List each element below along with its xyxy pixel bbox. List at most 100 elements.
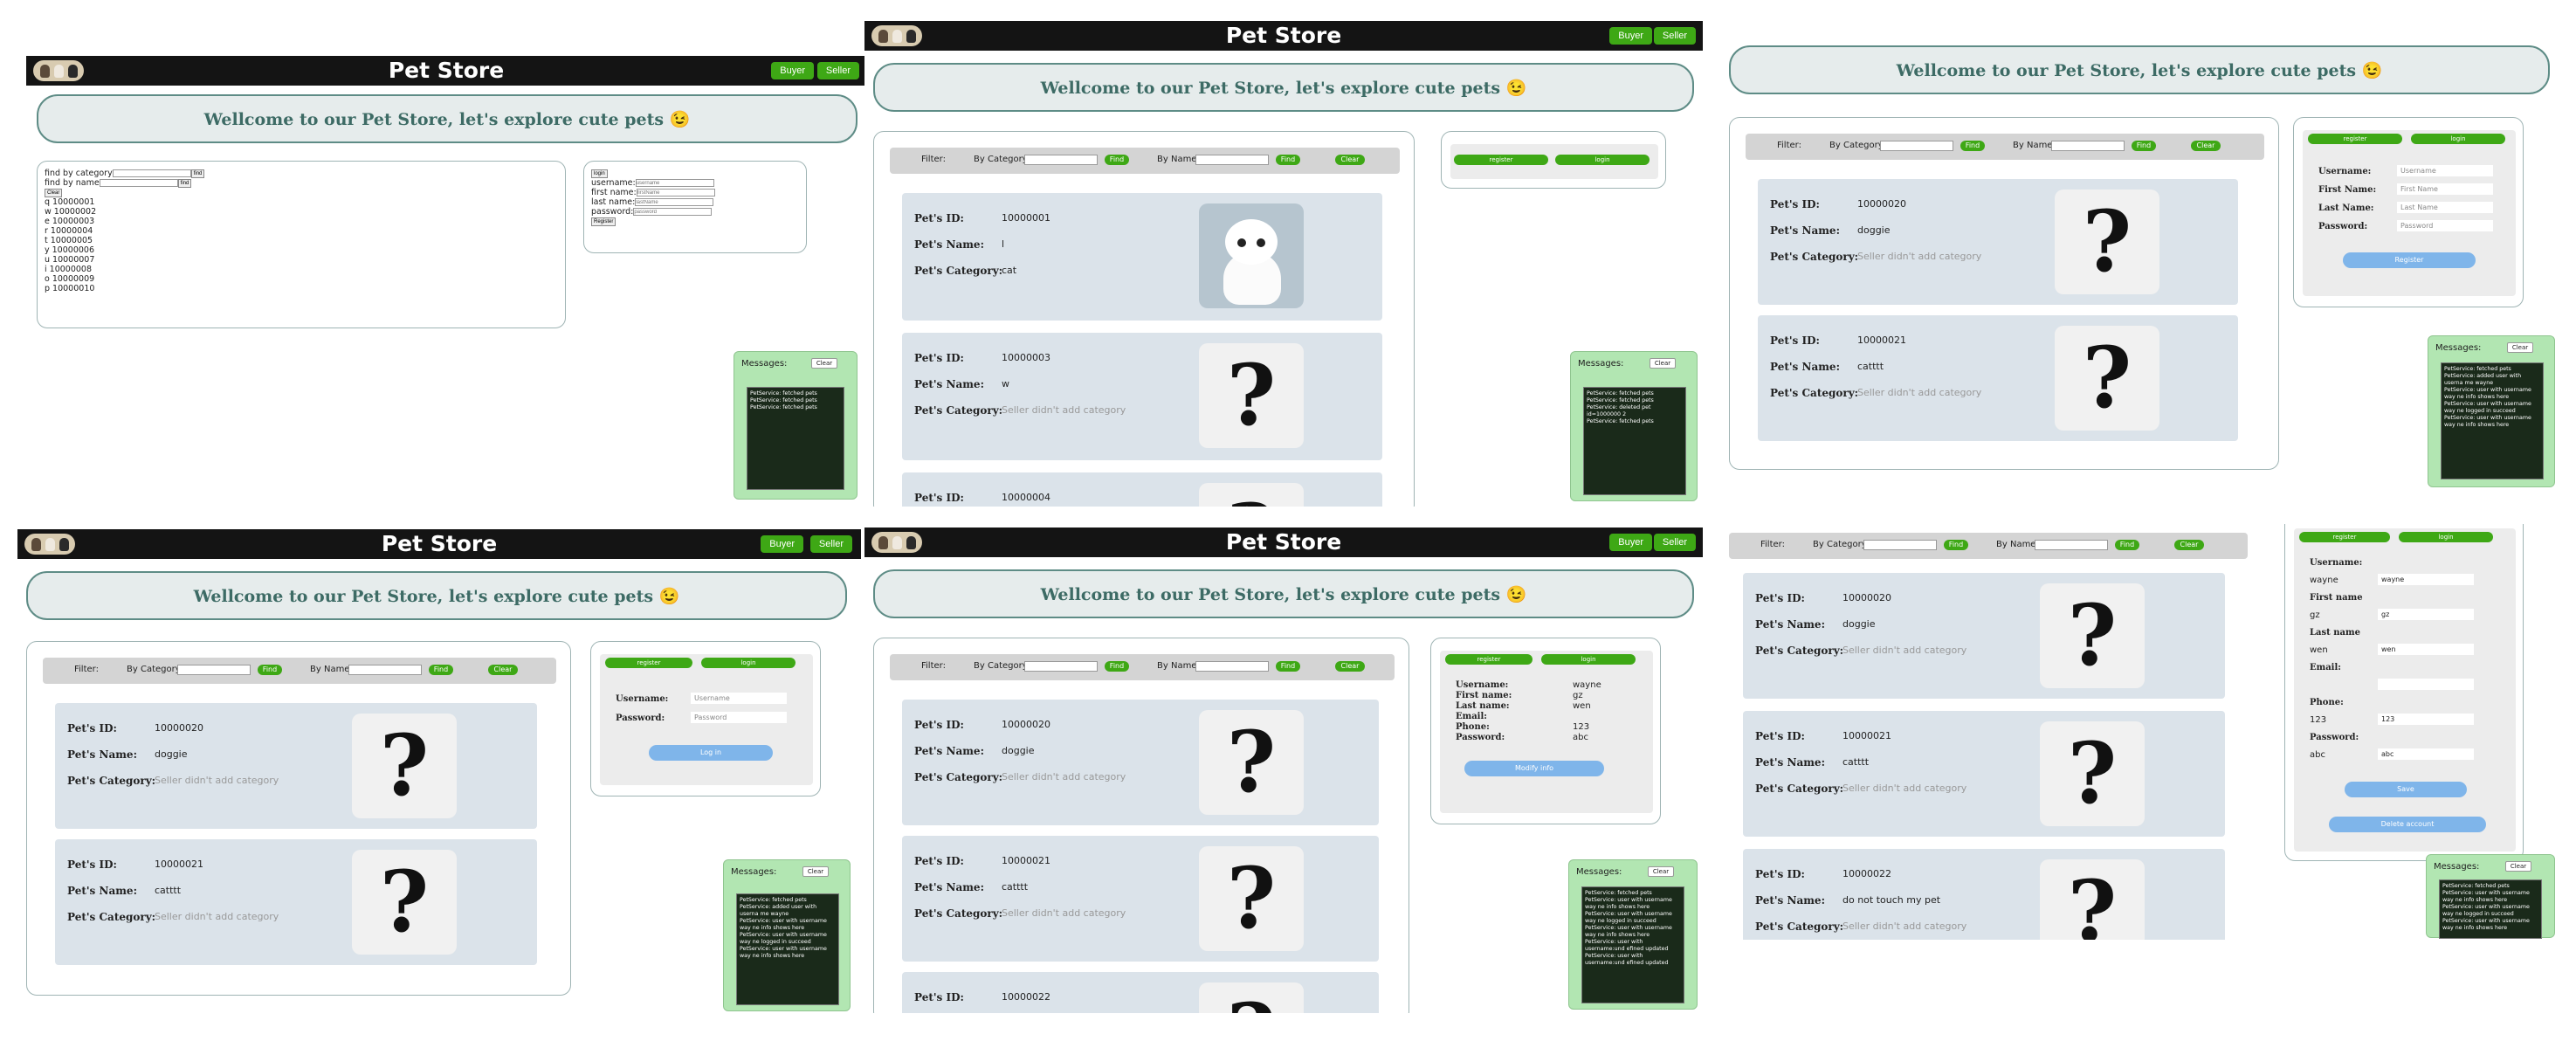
messages-clear-button[interactable]: Clear [1650, 358, 1676, 369]
list-item[interactable]: w 10000002 [45, 207, 558, 217]
pet-card[interactable]: Pet's ID: 10000021 Pet's Name: catttt Pe… [902, 836, 1379, 962]
seller-button[interactable]: Seller [1653, 534, 1696, 551]
password-input[interactable]: Password [2397, 220, 2493, 231]
register-tab[interactable]: register [1445, 654, 1533, 665]
list-item[interactable]: o 10000009 [45, 274, 558, 284]
find-name-button[interactable]: Find [429, 665, 453, 675]
list-item[interactable]: e 10000003 [45, 217, 558, 226]
last-name-input[interactable] [635, 198, 714, 206]
first-name-input[interactable]: First Name [2397, 183, 2493, 195]
messages-clear-button[interactable]: Clear [802, 866, 829, 877]
pet-card[interactable]: Pet's ID: 10000004 ? [902, 472, 1382, 507]
register-tab[interactable]: register [605, 658, 692, 668]
register-tab[interactable]: register [1454, 155, 1548, 165]
first-name-input[interactable] [636, 189, 715, 197]
category-input[interactable] [1863, 540, 1937, 550]
register-button[interactable]: Register [591, 217, 616, 226]
register-tab[interactable]: register [2308, 134, 2402, 144]
name-input[interactable] [2051, 141, 2125, 151]
username-input[interactable]: Username [2397, 165, 2493, 176]
pet-card[interactable]: Pet's ID: 10000021 Pet's Name: catttt Pe… [55, 839, 537, 965]
pet-card[interactable]: Pet's ID: 10000020 Pet's Name: doggie Pe… [55, 703, 537, 829]
find-category-button[interactable]: Find [1105, 155, 1129, 165]
find-category-button[interactable]: Find [1944, 540, 1968, 550]
clear-filter-button[interactable]: Clear [488, 665, 518, 675]
find-name-button[interactable]: Find [2115, 540, 2139, 550]
buyer-button[interactable]: Buyer [1609, 534, 1652, 551]
list-item[interactable]: i 10000008 [45, 265, 558, 274]
login-tab[interactable]: login [1541, 654, 1636, 665]
name-input[interactable] [2035, 540, 2108, 550]
category-input[interactable] [177, 665, 251, 675]
find-category-button[interactable]: Find [1105, 661, 1129, 672]
list-item[interactable]: p 10000010 [45, 284, 558, 293]
modify-info-button[interactable]: Modify info [1464, 761, 1604, 776]
find-name-button[interactable]: Find [1276, 661, 1300, 672]
name-input[interactable] [348, 665, 422, 675]
find-name-button[interactable]: Find [2132, 141, 2156, 151]
list-item[interactable]: y 10000006 [45, 245, 558, 255]
messages-clear-button[interactable]: Clear [2505, 861, 2531, 872]
login-tab[interactable]: login [2411, 134, 2505, 144]
delete-account-button[interactable]: Delete account [2329, 817, 2486, 832]
clear-filter-button[interactable]: Clear [1335, 155, 1365, 165]
password-input[interactable] [633, 208, 713, 216]
list-item[interactable]: r 10000004 [45, 226, 558, 236]
name-input[interactable] [1195, 661, 1269, 672]
register-button[interactable]: Register [2343, 252, 2476, 268]
messages-clear-button[interactable]: Clear [2507, 342, 2533, 353]
login-tab[interactable]: login [2399, 532, 2493, 542]
buyer-button[interactable]: Buyer [771, 62, 814, 79]
find-category-button[interactable]: find [190, 169, 205, 178]
pet-card[interactable]: Pet's ID: 10000021 Pet's Name: catttt Pe… [1743, 711, 2225, 837]
password-input[interactable]: abc [2378, 748, 2474, 760]
find-category-button[interactable]: Find [258, 665, 282, 675]
seller-button[interactable]: Seller [816, 62, 859, 79]
username-input[interactable]: wayne [2378, 574, 2474, 585]
clear-filter-button[interactable]: Clear [2174, 540, 2204, 550]
last-name-input[interactable]: wen [2378, 644, 2474, 655]
login-tab[interactable]: login [1555, 155, 1650, 165]
pet-card[interactable]: Pet's ID: 10000020 Pet's Name: doggie Pe… [1758, 179, 2238, 305]
seller-button[interactable]: Seller [809, 535, 852, 553]
phone-input[interactable]: 123 [2378, 714, 2474, 725]
login-button[interactable]: Log in [649, 745, 773, 761]
pet-card[interactable]: Pet's ID: 10000020 Pet's Name: doggie Pe… [902, 700, 1379, 825]
pet-card[interactable]: Pet's ID: 10000022 Pet's Name: do not to… [1743, 849, 2225, 940]
register-tab[interactable]: register [2299, 532, 2390, 542]
category-input[interactable] [112, 169, 191, 177]
buyer-button[interactable]: Buyer [1609, 27, 1652, 45]
login-tab[interactable]: login [701, 658, 796, 668]
find-name-button[interactable]: Find [1276, 155, 1300, 165]
clear-filter-button[interactable]: Clear [1335, 661, 1365, 672]
pet-card[interactable]: Pet's ID: 10000021 Pet's Name: catttt Pe… [1758, 315, 2238, 441]
find-name-button[interactable]: find [177, 178, 192, 188]
clear-button[interactable]: Clear [45, 188, 63, 197]
seller-button[interactable]: Seller [1653, 27, 1696, 45]
find-category-button[interactable]: Find [1960, 141, 1985, 151]
buyer-button[interactable]: Buyer [761, 535, 803, 553]
pet-card[interactable]: Pet's ID: 10000003 Pet's Name: w Pet's C… [902, 333, 1382, 460]
username-input[interactable] [635, 179, 714, 187]
messages-clear-button[interactable]: Clear [1648, 866, 1674, 877]
list-item[interactable]: q 10000001 [45, 197, 558, 207]
login-button[interactable]: login [591, 169, 608, 178]
pet-card[interactable]: Pet's ID: 10000020 Pet's Name: doggie Pe… [1743, 573, 2225, 699]
username-input[interactable]: Username [691, 693, 787, 704]
last-name-input[interactable]: Last Name [2397, 202, 2493, 213]
name-input[interactable] [1195, 155, 1269, 165]
list-item[interactable]: u 10000007 [45, 255, 558, 265]
email-input[interactable] [2378, 679, 2474, 690]
category-input[interactable] [1024, 661, 1098, 672]
first-name-input[interactable]: gz [2378, 609, 2474, 620]
pet-card[interactable]: Pet's ID: 10000001 Pet's Name: l Pet's C… [902, 193, 1382, 321]
category-input[interactable] [1024, 155, 1098, 165]
category-input[interactable] [1880, 141, 1953, 151]
list-item[interactable]: t 10000005 [45, 236, 558, 245]
save-button[interactable]: Save [2345, 782, 2467, 797]
messages-clear-button[interactable]: Clear [811, 358, 837, 369]
password-input[interactable]: Password [691, 712, 787, 723]
name-input[interactable] [99, 179, 178, 187]
pet-card[interactable]: Pet's ID: 10000022 ? [902, 972, 1379, 1013]
clear-filter-button[interactable]: Clear [2191, 141, 2221, 151]
